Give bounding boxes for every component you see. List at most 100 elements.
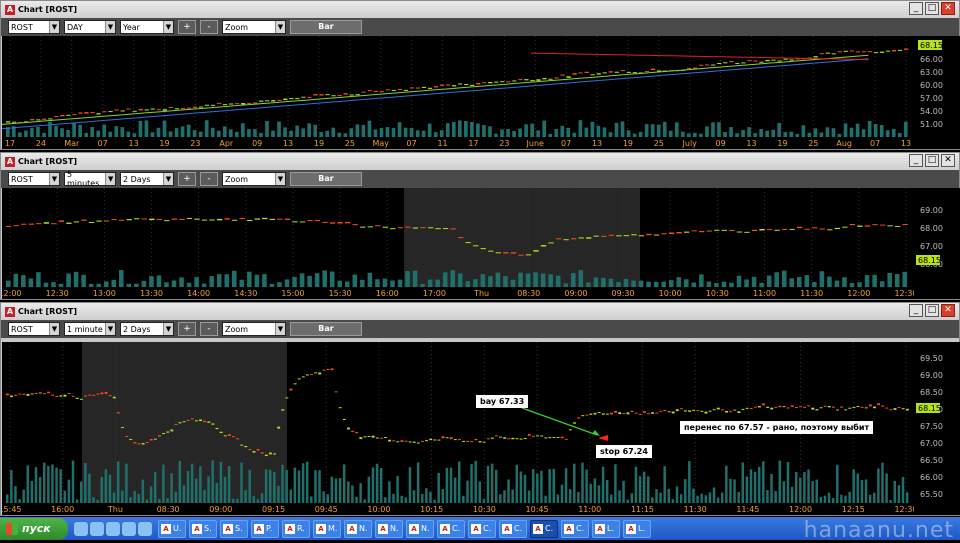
volume-bar (797, 276, 802, 287)
start-button[interactable]: пуск (0, 517, 68, 540)
taskbar-item[interactable]: A N. (406, 519, 434, 538)
volume-bar (708, 492, 712, 503)
maximize-button[interactable]: □ (925, 154, 939, 167)
volume-bar (771, 129, 776, 137)
price-bar (753, 406, 757, 408)
price-bar (224, 218, 230, 220)
zoom-out-button[interactable]: - (200, 20, 218, 34)
quicklaunch-icon[interactable] (122, 521, 136, 536)
volume-bar (330, 476, 334, 503)
taskbar-item[interactable]: A C. (468, 519, 496, 538)
quicklaunch-icon[interactable] (74, 521, 88, 536)
zoom-out-button[interactable]: - (200, 322, 218, 336)
period-select[interactable]: DAY ▼ (64, 20, 116, 34)
taskbar-item[interactable]: A C. (561, 519, 589, 538)
zoom-in-button[interactable]: + (178, 20, 196, 34)
taskbar-item[interactable]: A M. (313, 519, 341, 538)
volume-bar (240, 462, 243, 503)
taskbar-item[interactable]: A L. (592, 519, 620, 538)
zoom-select[interactable]: Zoom ▼ (222, 172, 286, 186)
price-bar (495, 252, 501, 254)
price-bar (897, 406, 901, 408)
zoom-in-button[interactable]: + (178, 322, 196, 336)
volume-bar (593, 277, 599, 287)
symbol-select[interactable]: ROST ▼ (8, 322, 60, 336)
volume-bar (445, 123, 450, 137)
intraday-5min-chart[interactable]: 12:00 12:30 13:00 13:30 14:00 14:30 15:00 15:30… (2, 188, 960, 299)
price-bar (540, 435, 544, 437)
price-bar (73, 221, 80, 223)
price-bar (536, 435, 539, 437)
price-bar (382, 226, 388, 228)
price-bar (22, 393, 26, 395)
taskbar-item-label: L. (607, 524, 614, 533)
close-button[interactable]: ✕ (941, 304, 955, 317)
taskbar-item[interactable]: A N. (344, 519, 372, 538)
minimize-button[interactable]: _ (909, 304, 923, 317)
volume-bar (137, 493, 140, 503)
price-bar (480, 248, 486, 250)
price-bar (174, 423, 178, 425)
price-bar (462, 440, 466, 442)
taskbar-item[interactable]: A C. (437, 519, 465, 538)
volume-bar (774, 272, 779, 287)
volume-bar (458, 461, 461, 503)
volume-bar (548, 469, 551, 503)
volume-bar (133, 491, 136, 503)
volume-bar (397, 279, 403, 287)
symbol-select[interactable]: ROST ▼ (8, 20, 60, 34)
taskbar-item[interactable]: A C. (499, 519, 527, 538)
maximize-button[interactable]: □ (925, 304, 939, 317)
close-button[interactable]: ✕ (941, 154, 955, 167)
minimize-button[interactable]: _ (909, 2, 923, 15)
taskbar-item[interactable]: A S. (189, 519, 217, 538)
taskbar-item[interactable]: A P. (251, 519, 279, 538)
zoom-out-button[interactable]: - (200, 172, 218, 186)
range-select[interactable]: 2 Days ▼ (120, 172, 174, 186)
maximize-button[interactable]: □ (925, 2, 939, 15)
zoom-select[interactable]: Zoom ▼ (222, 322, 286, 336)
title-bar[interactable]: A Chart [ROST] (1, 1, 959, 18)
volume-bar (232, 270, 237, 287)
price-bar (655, 412, 659, 414)
title-bar[interactable]: A Chart [ROST] (1, 153, 959, 170)
range-select[interactable]: Year ▼ (120, 20, 174, 34)
taskbar-item[interactable]: A U. (158, 519, 186, 538)
chart-type-button[interactable]: Bar (290, 20, 362, 34)
quicklaunch-icon[interactable] (90, 521, 104, 536)
taskbar-item[interactable]: A R. (282, 519, 310, 538)
price-bar (179, 219, 185, 221)
taskbar-item[interactable]: A N. (375, 519, 403, 538)
chart-type-button[interactable]: Bar (290, 322, 362, 336)
volume-bar (48, 121, 52, 137)
price-bar (88, 394, 92, 396)
volume-bar (533, 272, 538, 287)
zoom-in-button[interactable]: + (178, 172, 196, 186)
intraday-1min-chart[interactable]: 15:45 16:00 Thu 08:30 09:00 09:15 09:45 10:00 10… (2, 342, 960, 515)
price-bar (894, 225, 901, 227)
volume-bar (679, 494, 683, 503)
chart-type-button[interactable]: Bar (290, 172, 362, 186)
range-select[interactable]: 2 Days ▼ (120, 322, 174, 336)
volume-bar (494, 469, 498, 503)
quicklaunch-icon[interactable] (138, 521, 152, 536)
period-select[interactable]: 5 minutes ▼ (64, 170, 116, 188)
price-bar (199, 419, 203, 422)
period-select[interactable]: 1 minute ▼ (64, 322, 116, 336)
close-button[interactable]: ✕ (941, 2, 955, 15)
taskbar-item[interactable]: A L. (623, 519, 651, 538)
zoom-select[interactable]: Zoom ▼ (222, 20, 286, 34)
title-bar[interactable]: A Chart [ROST] (1, 303, 959, 320)
quicklaunch-icon[interactable] (106, 521, 120, 536)
chevron-down-icon: ▼ (105, 173, 115, 185)
taskbar-item[interactable]: A C. (530, 519, 558, 538)
price-bar (560, 74, 565, 76)
symbol-select[interactable]: ROST ▼ (8, 172, 60, 186)
taskbar-item[interactable]: A S. (220, 519, 248, 538)
x-tick-label: 25 (808, 139, 818, 148)
volume-bar (145, 499, 149, 503)
volume-bar (622, 480, 625, 503)
price-bar (602, 72, 607, 74)
daily-chart[interactable]: 17 24 Mar 07 13 19 23 Apr 09 13 19 25 May 07 11 17 23 Jun… (2, 36, 960, 149)
minimize-button[interactable]: _ (909, 154, 923, 167)
